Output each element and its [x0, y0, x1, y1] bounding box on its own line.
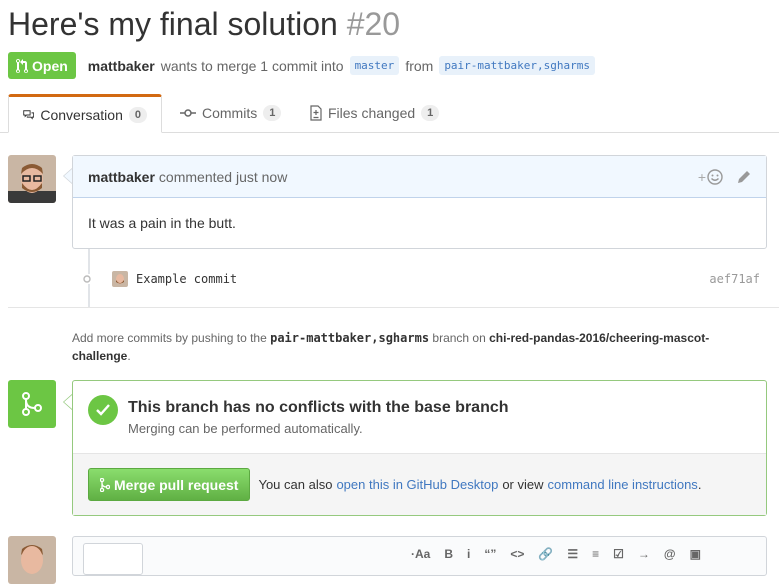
- tab-commits[interactable]: Commits 1: [166, 94, 295, 132]
- merge-also-text: You can also: [258, 477, 333, 492]
- toolbar-item[interactable]: “”: [484, 547, 496, 561]
- add-reaction-label: +: [697, 168, 706, 185]
- pr-summary-text: wants to merge 1 commit into: [160, 57, 344, 74]
- state-label: Open: [32, 57, 68, 74]
- toolbar-item[interactable]: ≡: [592, 547, 599, 561]
- merge-button-label: Merge pull request: [114, 476, 239, 493]
- hint-prefix: Add more commits by pushing to the: [72, 331, 267, 345]
- avatar-image: [8, 155, 56, 203]
- comment-actions: +: [698, 169, 751, 185]
- merge-end-text: .: [697, 477, 702, 492]
- merge-arrow: [63, 394, 72, 410]
- merge-status-title: This branch has no conflicts with the ba…: [128, 399, 509, 416]
- tab-conversation-label: Conversation: [40, 106, 123, 123]
- commit-row: Example commit aef71af: [80, 266, 760, 292]
- toolbar-item[interactable]: B: [444, 547, 453, 561]
- base-branch-ref[interactable]: master: [349, 56, 400, 75]
- comment-arrow: [63, 168, 72, 184]
- open-desktop-link[interactable]: open this in GitHub Desktop: [336, 477, 498, 492]
- state-badge: Open: [8, 52, 76, 79]
- tab-commits-label: Commits: [202, 105, 258, 121]
- toolbar-item[interactable]: ·Aa: [411, 547, 430, 561]
- pr-title: Here's my final solution #20: [8, 2, 400, 46]
- smiley-icon: [707, 168, 723, 185]
- merge-footer: Merge pull request You can also open thi…: [73, 453, 766, 515]
- tab-files-changed-count: 1: [421, 105, 440, 121]
- timeline-divider: [8, 307, 779, 308]
- toolbar-item[interactable]: i: [467, 547, 470, 561]
- commit-message-link[interactable]: Example commit: [136, 272, 237, 286]
- tab-commits-count: 1: [263, 105, 282, 121]
- avatar-image: [8, 536, 56, 584]
- toolbar-item[interactable]: ☰: [567, 547, 578, 561]
- tab-conversation[interactable]: Conversation 0: [8, 94, 162, 133]
- markdown-toolbar: ·Aa B i “” <> 🔗 ☰ ≡ ☑ → @ ▣: [411, 547, 701, 561]
- hint-branch: pair-mattbaker,sgharms: [270, 331, 430, 345]
- new-comment-box: ·Aa B i “” <> 🔗 ☰ ≡ ☑ → @ ▣: [72, 536, 767, 576]
- tab-write[interactable]: [83, 543, 143, 575]
- git-commit-icon: [180, 109, 196, 117]
- toolbar-item[interactable]: →: [638, 547, 650, 561]
- comment-action-text: commented just now: [158, 168, 288, 185]
- merge-status-sub: Merging can be performed automatically.: [128, 421, 363, 436]
- toolbar-item[interactable]: <>: [510, 547, 524, 561]
- comment-body: It was a pain in the butt.: [88, 215, 236, 231]
- pr-title-text: Here's my final solution: [8, 6, 338, 42]
- git-commit-icon: [80, 274, 94, 284]
- tab-files-changed-label: Files changed: [328, 105, 416, 121]
- commit-sha-link[interactable]: aef71af: [709, 272, 760, 286]
- merge-status: This branch has no conflicts with the ba…: [88, 395, 509, 436]
- comment-author-link[interactable]: mattbaker: [88, 169, 155, 185]
- pr-author-link[interactable]: mattbaker: [88, 58, 155, 74]
- head-branch-ref[interactable]: pair-mattbaker,sgharms: [439, 56, 596, 75]
- check-circle: [88, 395, 118, 425]
- check-icon: [96, 404, 110, 416]
- merge-status-icon: [8, 380, 56, 428]
- diff-icon: [310, 105, 322, 121]
- pencil-icon[interactable]: [737, 170, 751, 184]
- toolbar-item[interactable]: ☑: [613, 547, 624, 561]
- git-merge-icon: [22, 392, 42, 416]
- comment-discussion-icon: [23, 109, 35, 120]
- pr-meta: Open mattbaker wants to merge 1 commit i…: [8, 52, 596, 79]
- tab-conversation-count: 0: [128, 106, 147, 123]
- git-pull-request-icon: [16, 58, 28, 73]
- merge-or-view-text: or view: [502, 477, 544, 492]
- cli-link-wrapper: command line instructions.: [548, 477, 702, 492]
- toolbar-item[interactable]: ▣: [690, 547, 701, 561]
- commit-avatar[interactable]: [112, 271, 128, 287]
- avatar[interactable]: [8, 536, 56, 584]
- hint-middle: branch on: [432, 331, 486, 345]
- hint-suffix: .: [127, 349, 131, 363]
- pr-tabs: Conversation 0 Commits 1 Files changed 1: [0, 94, 779, 133]
- tab-files-changed[interactable]: Files changed 1: [296, 94, 453, 132]
- avatar[interactable]: [8, 155, 56, 203]
- merge-pull-request-button[interactable]: Merge pull request: [88, 468, 251, 501]
- from-text: from: [405, 57, 434, 74]
- toolbar-item[interactable]: @: [664, 547, 676, 561]
- command-line-instructions-link[interactable]: command line instructions: [548, 477, 698, 492]
- toolbar-item[interactable]: 🔗: [538, 547, 553, 561]
- comment-box: mattbaker commented just now + It was a …: [72, 155, 767, 249]
- merge-status-text: This branch has no conflicts with the ba…: [128, 395, 509, 436]
- pr-number: #20: [346, 6, 401, 42]
- git-merge-icon: [100, 477, 110, 492]
- merge-box: This branch has no conflicts with the ba…: [72, 380, 767, 516]
- add-reaction-button[interactable]: +: [698, 169, 723, 185]
- comment-header: mattbaker commented just now +: [73, 156, 766, 198]
- push-hint: Add more commits by pushing to the pair-…: [72, 329, 762, 365]
